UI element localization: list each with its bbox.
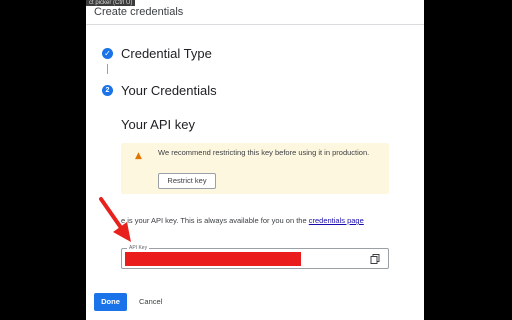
tooltip: ct picker (Ctrl U) [86,0,136,6]
annotation-arrow [99,197,131,242]
